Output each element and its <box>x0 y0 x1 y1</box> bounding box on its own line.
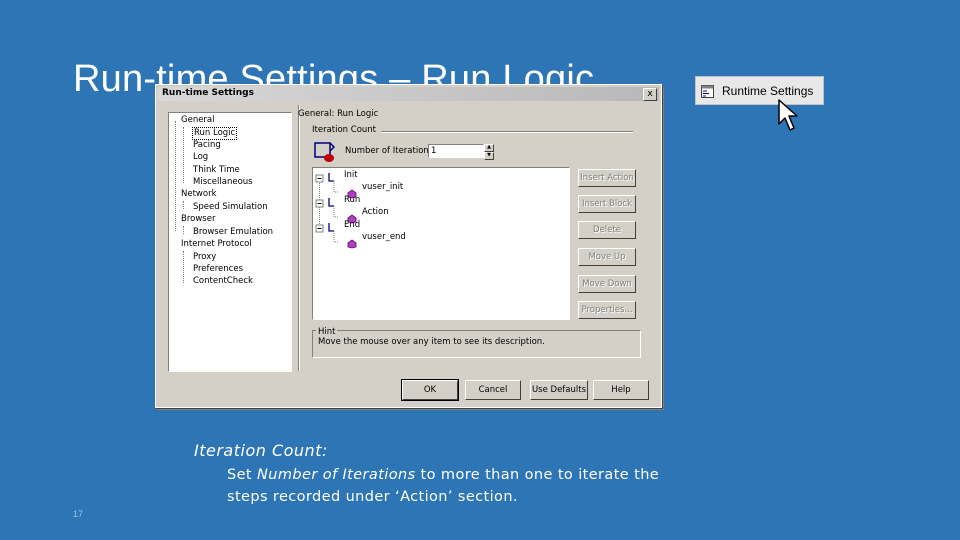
tree-item-proxy[interactable]: Proxy <box>193 252 216 263</box>
insert-block-button[interactable]: Insert Block <box>578 195 636 213</box>
tree-item-pacing[interactable]: Pacing <box>193 140 221 151</box>
ok-button[interactable]: OK <box>401 379 459 401</box>
move-up-button[interactable]: Move Up <box>578 248 636 266</box>
hint-label: Hint <box>316 327 338 337</box>
iterations-input[interactable]: 1 <box>428 144 484 158</box>
page-number: 17 <box>73 509 84 519</box>
cancel-button[interactable]: Cancel <box>465 380 521 400</box>
flow-item-vuser-end[interactable]: vuser_end <box>362 232 406 242</box>
spin-down-icon[interactable]: ▼ <box>484 152 494 160</box>
spin-up-icon[interactable]: ▲ <box>484 144 494 152</box>
move-down-button[interactable]: Move Down <box>578 275 636 293</box>
hint-text: Move the mouse over any item to see its … <box>318 337 545 347</box>
iteration-group-label: Iteration Count <box>312 125 376 135</box>
caption-line-1-post: to more than one to iterate the <box>415 467 660 483</box>
caption-line-1-emphasis: Number of Iterations <box>257 467 416 483</box>
close-icon: x <box>647 89 653 99</box>
close-button[interactable]: x <box>643 88 657 101</box>
tree-line <box>183 127 184 183</box>
tree-line <box>183 251 184 283</box>
caption-line-1: Set Number of Iterations to more than on… <box>227 464 659 486</box>
tree-item-general[interactable]: General <box>181 115 215 126</box>
tree-item-network[interactable]: Network <box>181 189 217 200</box>
run-logic-tree[interactable]: Init vuser_init Run Action End vuser_end <box>312 167 570 320</box>
tree-item-think-time[interactable]: Think Time <box>193 165 240 176</box>
flow-item-end[interactable]: End <box>344 220 360 230</box>
help-button[interactable]: Help <box>593 380 649 400</box>
tree-item-browser-emulation[interactable]: Browser Emulation <box>193 227 273 238</box>
group-divider <box>381 131 633 133</box>
caption-body: Set Number of Iterations to more than on… <box>227 464 659 508</box>
tree-line <box>183 201 184 209</box>
delete-button[interactable]: Delete <box>578 221 636 239</box>
settings-tree[interactable]: General Run Logic Pacing Log Think Time … <box>168 112 292 372</box>
dialog-titlebar[interactable]: Run-time Settings x <box>158 87 659 101</box>
tree-item-log[interactable]: Log <box>193 152 208 163</box>
tree-line <box>183 226 184 234</box>
flow-item-action[interactable]: Action <box>362 207 389 217</box>
runtime-settings-dialog: Run-time Settings x General Run Logic Pa… <box>155 84 662 408</box>
tree-item-speed-simulation[interactable]: Speed Simulation <box>193 202 268 213</box>
dialog-title: Run-time Settings <box>162 88 254 98</box>
iterations-spinner[interactable]: ▲ ▼ <box>484 144 494 160</box>
mouse-pointer-icon <box>778 99 798 131</box>
flow-tree-connectors <box>315 173 339 243</box>
caption-line-2: steps recorded under ‘Action’ section. <box>227 489 518 505</box>
tree-line <box>175 121 176 231</box>
caption-line-1-pre: Set <box>227 467 258 483</box>
tree-item-preferences[interactable]: Preferences <box>193 264 243 275</box>
panel-separator <box>298 105 300 371</box>
action-icon <box>347 239 357 249</box>
tree-item-contentcheck[interactable]: ContentCheck <box>193 276 253 287</box>
runtime-settings-label: Runtime Settings <box>722 84 814 98</box>
tree-item-internet-protocol[interactable]: Internet Protocol <box>181 239 252 250</box>
tree-item-browser[interactable]: Browser <box>181 214 215 225</box>
properties-button[interactable]: Properties... <box>578 301 636 319</box>
iterations-label: Number of Iterations: <box>345 146 437 156</box>
flow-item-init[interactable]: Init <box>344 170 358 180</box>
use-defaults-button[interactable]: Use Defaults <box>530 380 588 400</box>
runtime-settings-icon <box>701 85 714 98</box>
caption-heading: Iteration Count: <box>194 441 328 460</box>
flow-item-run[interactable]: Run <box>344 195 360 205</box>
flow-item-vuser-init[interactable]: vuser_init <box>362 182 403 192</box>
section-title: General: Run Logic <box>298 109 379 119</box>
tree-item-run-logic[interactable]: Run Logic <box>192 127 238 140</box>
iteration-icon <box>314 142 336 162</box>
insert-action-button[interactable]: Insert Action <box>578 169 636 187</box>
tree-item-miscellaneous[interactable]: Miscellaneous <box>193 177 253 188</box>
